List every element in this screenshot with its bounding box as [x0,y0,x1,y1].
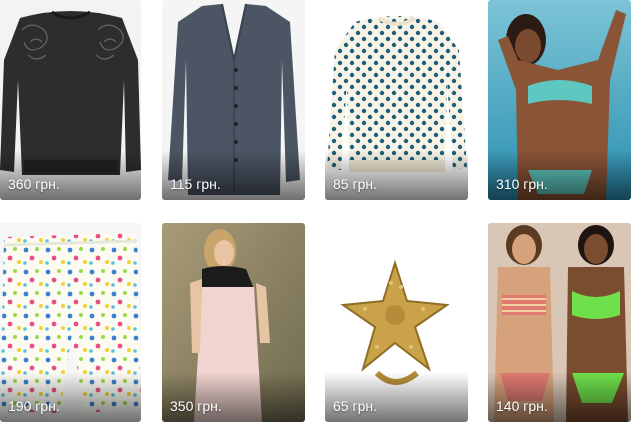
price-overlay [325,150,468,200]
price-overlay [325,372,468,422]
price-label: 360 грн. [8,176,60,192]
product-card-cardigan[interactable]: 115 грн. [162,0,305,200]
product-card-bikini-duo[interactable]: 140 грн. [488,223,631,422]
price-overlay [162,372,305,422]
price-overlay [162,150,305,200]
product-card-turquoise-bikini[interactable]: 310 грн. [488,0,631,200]
product-card-polka-sweater[interactable]: 85 грн. [325,0,468,200]
price-label: 310 грн. [496,176,548,192]
price-label: 190 грн. [8,398,60,414]
price-label: 115 грн. [170,176,221,192]
product-card-pink-dress[interactable]: 350 грн. [162,223,305,422]
price-label: 140 грн. [496,398,548,414]
price-label: 85 грн. [333,176,377,192]
product-grid: 360 грн. 115 грн. 85 грн. 310 грн. 190 г… [0,0,631,422]
price-label: 350 грн. [170,398,222,414]
price-overlay [488,372,631,422]
price-label: 65 грн. [333,398,377,414]
price-overlay [0,372,141,422]
price-overlay [0,150,141,200]
price-overlay [488,150,631,200]
product-card-floral-shorts[interactable]: 190 грн. [0,223,141,422]
product-card-sweatshirt[interactable]: 360 грн. [0,0,141,200]
product-card-starfish-ring[interactable]: 65 грн. [325,223,468,422]
